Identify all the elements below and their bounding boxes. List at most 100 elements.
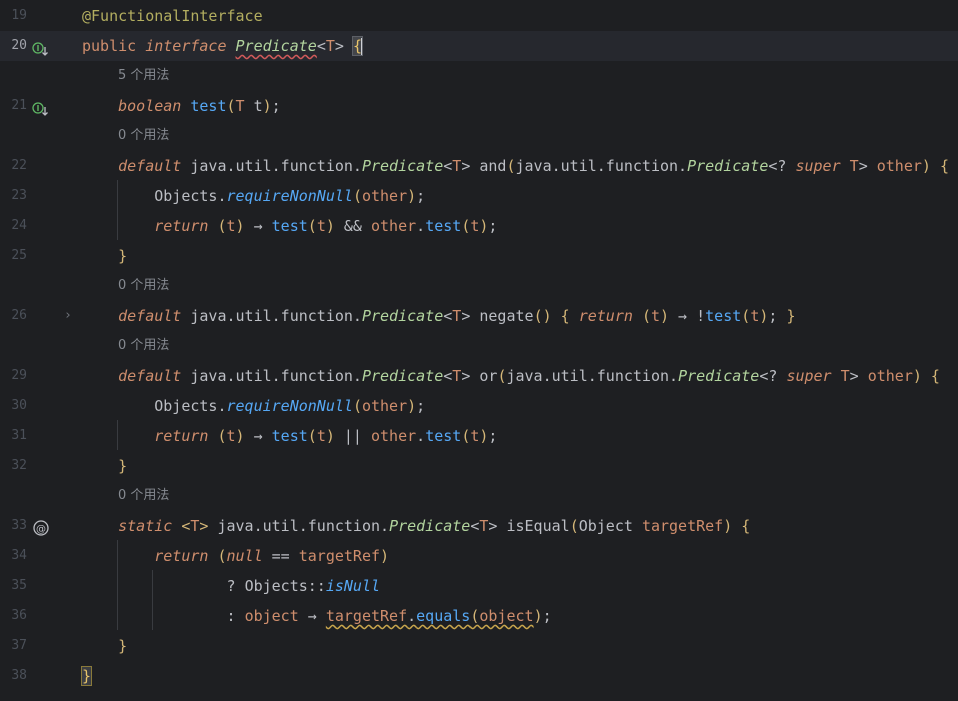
code-token: Predicate [389,517,471,535]
code-line[interactable]: 33 @ static <T> java.util.function.Predic… [0,511,958,541]
code-token: } [82,637,128,655]
usage-count-hint[interactable]: 5 个用法 [118,61,169,91]
code-token: Predicate [678,367,760,385]
code-line[interactable]: 20 public interface Predicate<T> { [0,31,958,61]
code-text[interactable]: @FunctionalInterface [82,1,263,31]
code-token: return [578,307,642,325]
code-token: other [361,397,408,415]
code-token: > [488,517,507,535]
code-line[interactable]: 37 } [0,631,958,661]
code-token: <? [768,157,796,175]
code-text[interactable]: public interface Predicate<T> { [82,31,363,61]
code-token: return [82,547,218,565]
code-token: requireNonNull [226,397,353,415]
code-line[interactable]: 36 : object → targetRef.equals(object); [0,601,958,631]
code-line[interactable]: 24 return (t) → test(t) && other.test(t)… [0,211,958,241]
code-token: < [443,367,453,385]
usage-count-hint[interactable]: 0 个用法 [118,331,169,361]
implemented-down-icon[interactable] [32,38,50,56]
line-number: 22 [11,158,27,173]
code-token: Predicate [687,157,769,175]
code-text[interactable]: static <T> java.util.function.Predicate<… [82,511,750,541]
line-number: 37 [11,638,27,653]
svg-text:@: @ [36,524,46,535]
code-token: targetRef [298,547,381,565]
code-line[interactable]: 34 return (null == targetRef) [0,541,958,571]
code-line[interactable]: 35 ? Objects::isNull [0,571,958,601]
usage-count-hint[interactable]: 0 个用法 [118,271,169,301]
code-text[interactable]: Objects.requireNonNull(other); [82,181,425,211]
code-text[interactable]: } [80,661,93,691]
code-token: java.util.function. [515,157,688,175]
usage-hint-row: 5 个用法 [0,61,958,91]
code-token: null [226,547,263,565]
usage-count-hint[interactable]: 0 个用法 [118,121,169,151]
code-token: ( [217,217,227,235]
code-text[interactable]: boolean test(T t); [82,91,281,121]
code-text[interactable]: default java.util.function.Predicate<T> … [82,151,949,181]
code-token: t [650,307,660,325]
code-token: ( [307,427,317,445]
code-token: requireNonNull [226,187,353,205]
code-token: } [82,247,128,265]
usage-count-hint[interactable]: 0 个用法 [118,481,169,511]
code-token: ( [226,97,236,115]
code-text[interactable]: return (t) → test(t) && other.test(t); [82,211,497,241]
implemented-down-icon[interactable] [32,98,50,116]
code-token: java.util.function. [190,367,362,385]
code-text[interactable]: return (null == targetRef) [82,541,389,571]
code-token: ( [352,397,362,415]
line-number: 19 [11,8,27,23]
code-token: default [82,157,191,175]
code-line[interactable]: 22 default java.util.function.Predicate<… [0,151,958,181]
fold-chevron-icon[interactable]: › [64,301,74,331]
code-token: isEqual [506,517,570,535]
code-token: t [226,427,236,445]
code-text[interactable]: default java.util.function.Predicate<T> … [82,301,795,331]
line-number: 21 [11,98,27,113]
code-line[interactable]: 23 Objects.requireNonNull(other); [0,181,958,211]
code-token: . [416,427,426,445]
code-token: ( [569,517,579,535]
code-line[interactable]: 26 › default java.util.function.Predicate… [0,301,958,331]
code-line[interactable]: 31 return (t) → test(t) || other.test(t)… [0,421,958,451]
code-line[interactable]: 30 Objects.requireNonNull(other); [0,391,958,421]
code-token: ( [307,217,317,235]
code-token: isNull [325,577,381,595]
code-editor[interactable]: 19 @FunctionalInterface 20 public interface… [0,0,958,701]
code-token: ) [235,217,245,235]
line-number: 32 [11,458,27,473]
code-token: ) { [921,157,949,175]
code-text[interactable]: } [82,631,127,661]
code-token: > [199,517,218,535]
code-text[interactable]: Objects.requireNonNull(other); [82,391,425,421]
code-token: } [82,457,128,475]
code-line[interactable]: 19 @FunctionalInterface [0,1,958,31]
code-text[interactable]: return (t) → test(t) || other.test(t); [82,421,497,451]
code-text[interactable]: } [82,241,127,271]
line-number: 38 [11,668,27,683]
code-token: < [316,37,326,55]
code-line[interactable]: 29 default java.util.function.Predicate<… [0,361,958,391]
code-token: && [334,217,371,235]
code-token: Predicate [361,307,444,325]
code-token: ; [488,217,498,235]
at-icon[interactable]: @ [32,518,50,536]
code-token: → [244,217,272,235]
code-text[interactable]: } [82,451,127,481]
code-token: Predicate [361,157,444,175]
code-token: T [235,97,254,115]
code-line[interactable]: 38} [0,661,958,691]
code-line[interactable]: 25 } [0,241,958,271]
code-token: t [750,307,760,325]
code-line[interactable]: 32 } [0,451,958,481]
code-text[interactable]: default java.util.function.Predicate<T> … [82,361,940,391]
code-token: targetRef [325,607,408,625]
code-token: ; [416,397,426,415]
code-text[interactable]: ? Objects::isNull [82,571,380,601]
code-token: } [786,307,796,325]
code-line[interactable]: 21 boolean test(T t); [0,91,958,121]
code-token: or [479,367,498,385]
code-text[interactable]: : object → targetRef.equals(object); [82,601,551,631]
line-number: 20 [11,38,27,53]
